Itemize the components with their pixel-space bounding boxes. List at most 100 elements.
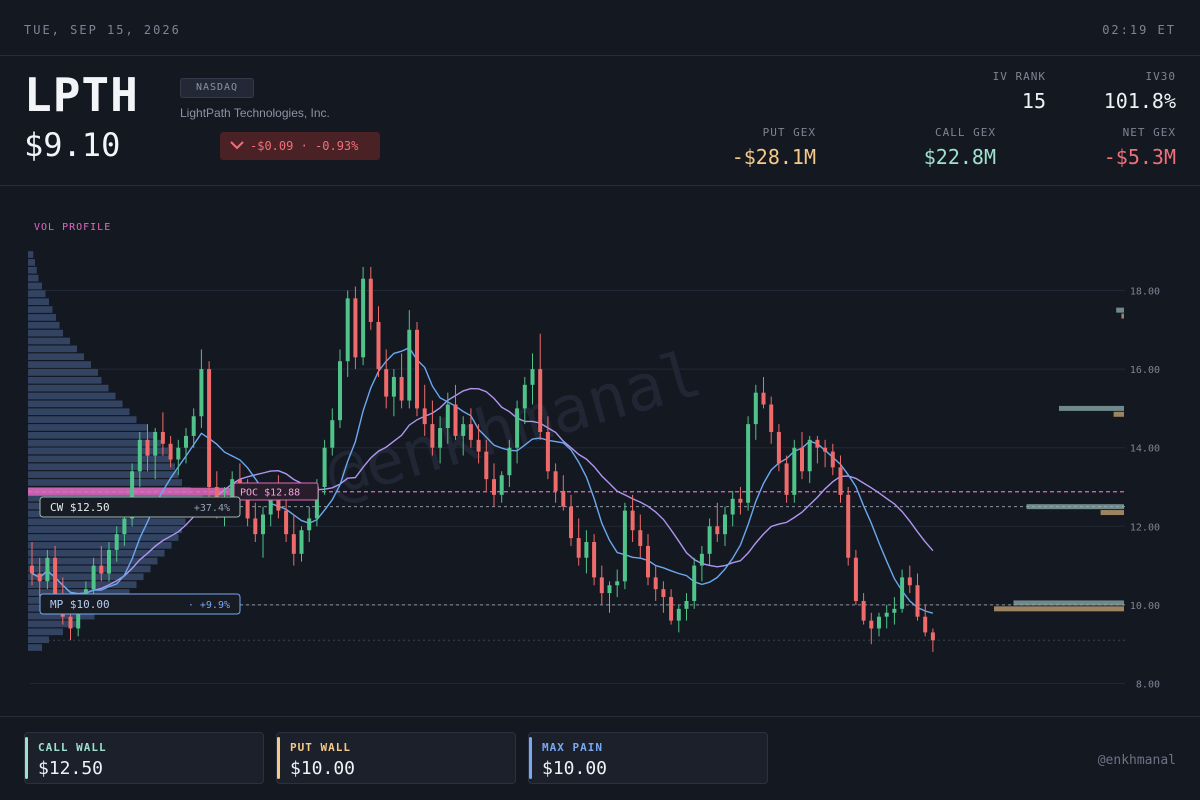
put-gex-bar: [1100, 510, 1124, 516]
max-pain-accent: [529, 737, 532, 779]
iv30-stat: IV30 101.8%: [1104, 70, 1176, 113]
quote-header: LPTH $9.10 NASDAQ LightPath Technologies…: [0, 56, 1200, 186]
call-wall-card: CALL WALL $12.50: [24, 732, 264, 784]
candle-down: [715, 526, 720, 535]
vol-profile-bar: [28, 424, 147, 431]
candle-up: [507, 447, 512, 476]
candle-up: [900, 577, 905, 609]
iv-rank-value: 15: [1021, 89, 1046, 113]
candle-down: [915, 585, 920, 617]
put-gex-bar: [1113, 411, 1124, 417]
candle-down: [923, 616, 928, 633]
candle-down: [422, 408, 427, 425]
max-pain-label: MAX PAIN: [542, 741, 603, 754]
vol-profile-bar: [28, 463, 175, 471]
vol-profile-label: VOL PROFILE: [34, 222, 111, 233]
max-pain-tag-change: · +9.9%: [188, 600, 230, 611]
max-pain-value: $10.00: [542, 758, 608, 779]
vol-profile-bar: [28, 416, 137, 423]
candle-down: [592, 542, 597, 578]
candle-up: [515, 408, 520, 448]
call-wall-tag-change: +37.4%: [194, 503, 230, 514]
vol-profile-bar: [28, 259, 35, 266]
vol-profile-bar: [28, 321, 60, 329]
candle-down: [553, 471, 558, 491]
candle-up: [746, 424, 751, 503]
candle-up: [345, 298, 350, 362]
call-gex-value: $22.8M: [923, 145, 996, 169]
candle-down: [30, 565, 34, 574]
call-gex-bar: [1026, 504, 1124, 510]
candle-up: [584, 542, 589, 558]
vol-profile-bar: [28, 636, 49, 643]
candle-up: [522, 384, 527, 409]
session-time: 02:19 ET: [1102, 23, 1176, 37]
author-handle[interactable]: @enkhmanal: [1098, 753, 1176, 768]
y-tick-label: 12.00: [1130, 522, 1160, 533]
candle-down: [861, 600, 866, 621]
candle-down: [492, 479, 496, 495]
candle-down: [784, 463, 789, 495]
put-gex-bar: [994, 606, 1124, 612]
price-change-badge: -$0.09 · -0.93%: [220, 132, 380, 160]
candle-down: [538, 369, 543, 432]
max-pain-tag-label: MP $10.00: [50, 598, 110, 611]
candle-up: [184, 435, 188, 448]
price-change-text: -$0.09 · -0.93%: [250, 139, 359, 153]
candle-down: [207, 369, 212, 487]
net-gex-stat: NET GEX -$5.3M: [1104, 126, 1176, 169]
vol-profile-bar: [28, 542, 172, 549]
poc-label: POC $12.88: [240, 488, 300, 499]
exchange-badge: NASDAQ: [180, 78, 254, 98]
candle-up: [191, 416, 196, 436]
candle-down: [800, 447, 804, 472]
gex-bars: [994, 307, 1124, 612]
put-gex-bar: [1121, 313, 1124, 319]
candle-down: [468, 424, 473, 440]
candle-up: [137, 439, 142, 472]
candle-down: [376, 321, 381, 370]
max-pain-card: MAX PAIN $10.00: [528, 732, 768, 784]
candle-down: [99, 565, 104, 574]
vol-profile-bar: [28, 290, 46, 298]
candle-up: [338, 361, 342, 421]
candle-down: [630, 510, 635, 531]
candle-up: [730, 498, 735, 515]
candle-up: [153, 431, 158, 456]
put-gex-value: -$28.1M: [731, 145, 816, 169]
vol-profile-bar: [28, 282, 42, 290]
candle-down: [907, 577, 912, 586]
price-chart[interactable]: @enkhmanal VOL PROFILE POC $12.88 CW $12…: [0, 186, 1200, 716]
candle-down: [168, 443, 173, 460]
candle-up: [176, 447, 181, 460]
put-wall-label: PUT WALL: [290, 741, 351, 754]
candle-up: [684, 600, 689, 609]
vol-profile-bar: [28, 306, 53, 313]
vol-profile-bar: [28, 400, 123, 408]
candle-up: [122, 518, 127, 535]
candle-up: [307, 518, 312, 531]
candle-down: [569, 506, 573, 539]
call-gex-bar: [1116, 307, 1124, 313]
vol-profile-bar: [28, 274, 39, 282]
iv30-value: 101.8%: [1103, 89, 1176, 113]
candle-down: [353, 298, 358, 358]
candle-up: [407, 329, 412, 401]
candle-up: [114, 534, 119, 550]
candle-down: [846, 494, 851, 558]
vol-profile-bar: [28, 353, 84, 361]
candle-down: [484, 451, 489, 480]
candle-up: [499, 475, 504, 495]
candle-up: [615, 581, 620, 586]
candle-down: [53, 557, 58, 598]
net-gex-value: -$5.3M: [1103, 145, 1176, 169]
last-price: $9.10: [24, 126, 121, 164]
candle-down: [368, 278, 373, 322]
poc-tag: POC $12.88: [233, 482, 319, 501]
iv-rank-label: IV RANK: [992, 70, 1046, 83]
vol-profile-bar: [28, 369, 98, 376]
candle-down: [476, 439, 481, 452]
session-date: TUE, SEP 15, 2026: [24, 23, 181, 37]
call-gex-stat: CALL GEX $22.8M: [924, 126, 996, 169]
put-wall-accent: [277, 737, 280, 779]
